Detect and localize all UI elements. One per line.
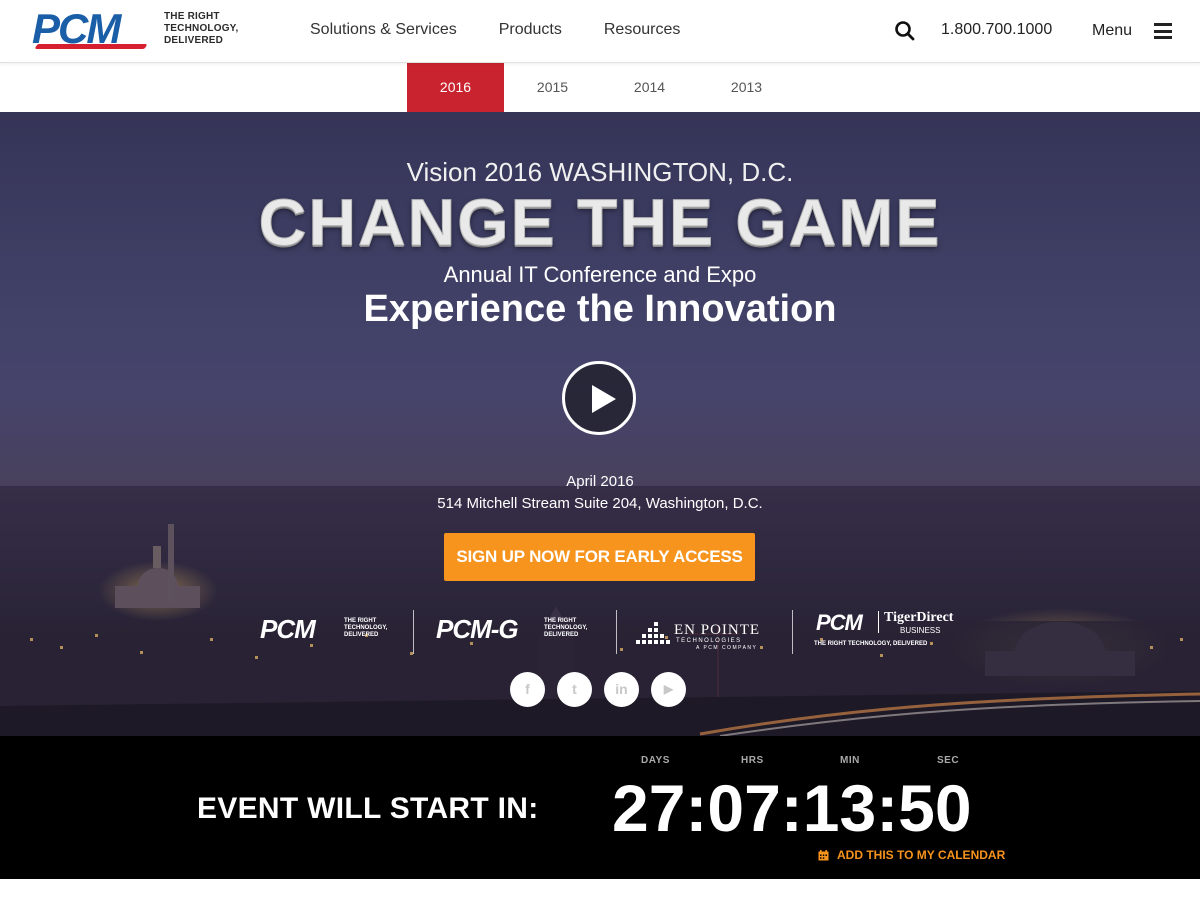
- calendar-icon: [818, 849, 829, 860]
- partner-subname-2: A PCM COMPANY: [696, 645, 758, 651]
- partner-tagline-line: THE RIGHT: [544, 618, 577, 624]
- logo-swoosh: [34, 44, 148, 49]
- partner-logo-pcm[interactable]: PCM THE RIGHT TECHNOLOGY, DELIVERED: [260, 608, 400, 656]
- partner-divider: [413, 610, 414, 654]
- event-date: April 2016: [566, 473, 634, 490]
- partner-logo-pcm-tigerdirect[interactable]: PCM TigerDirect BUSINESS THE RIGHT TECHN…: [814, 608, 964, 656]
- logo-tagline: THE RIGHT TECHNOLOGY, DELIVERED: [164, 11, 238, 47]
- hero-banner: Vision 2016 WASHINGTON, D.C. CHANGE THE …: [0, 112, 1200, 736]
- nav-resources[interactable]: Resources: [604, 20, 680, 40]
- search-icon[interactable]: [894, 20, 916, 42]
- hero-headline: CHANGE THE GAME: [258, 185, 942, 260]
- en-pointe-mark-icon: [636, 622, 670, 644]
- partner-tagline-line: TECHNOLOGY,: [544, 625, 588, 631]
- play-video-button[interactable]: [562, 361, 636, 435]
- nav-products[interactable]: Products: [499, 20, 562, 40]
- site-header: PCM THE RIGHT TECHNOLOGY, DELIVERED Solu…: [0, 0, 1200, 63]
- partner-tagline-line: DELIVERED: [544, 632, 579, 638]
- tab-2014[interactable]: 2014: [601, 63, 698, 112]
- partner-inner-divider: [878, 611, 879, 633]
- year-tabs: 2016 2015 2014 2013: [407, 63, 795, 112]
- tab-2016[interactable]: 2016: [407, 63, 504, 112]
- partner-tagline: THE RIGHT TECHNOLOGY, DELIVERED: [814, 641, 928, 647]
- logo-tagline-line: DELIVERED: [164, 35, 224, 46]
- partner-tagline-line: DELIVERED: [344, 632, 379, 638]
- twitter-icon[interactable]: t: [557, 672, 592, 707]
- countdown-unit-days: DAYS: [641, 755, 670, 766]
- pcm-logo[interactable]: PCM THE RIGHT TECHNOLOGY, DELIVERED: [32, 8, 247, 54]
- nav-solutions-services[interactable]: Solutions & Services: [310, 20, 457, 40]
- partner-tagline: THE RIGHT TECHNOLOGY, DELIVERED: [544, 618, 587, 639]
- partner-name: PCM-G: [436, 614, 519, 644]
- signup-early-access-button[interactable]: SIGN UP NOW FOR EARLY ACCESS: [444, 533, 755, 581]
- partner-tagline: THE RIGHT TECHNOLOGY, DELIVERED: [344, 618, 387, 639]
- calendar-label: ADD THIS TO MY CALENDAR: [837, 848, 1006, 862]
- partner-name-2: TigerDirect: [884, 610, 954, 625]
- partner-name: PCM: [816, 610, 863, 635]
- tab-2015[interactable]: 2015: [504, 63, 601, 112]
- facebook-icon[interactable]: f: [510, 672, 545, 707]
- phone-number[interactable]: 1.800.700.1000: [941, 21, 1052, 39]
- partner-tagline-line: THE RIGHT: [344, 618, 377, 624]
- countdown-unit-hrs: HRS: [741, 755, 764, 766]
- partner-divider: [616, 610, 617, 654]
- linkedin-icon[interactable]: in: [604, 672, 639, 707]
- countdown-label: EVENT WILL START IN:: [197, 792, 539, 825]
- partner-name: PCM: [260, 614, 316, 644]
- hero-tagline: Experience the Innovation: [363, 288, 837, 330]
- countdown-bar: EVENT WILL START IN: DAYS HRS MIN SEC 27…: [0, 736, 1200, 879]
- event-address: 514 Mitchell Stream Suite 204, Washingto…: [437, 495, 763, 512]
- countdown-unit-sec: SEC: [937, 755, 960, 766]
- play-icon: [592, 385, 616, 413]
- countdown-unit-min: MIN: [840, 755, 860, 766]
- add-to-calendar-link[interactable]: ADD THIS TO MY CALENDAR: [818, 848, 1005, 862]
- partner-logo-pcm-g[interactable]: PCM-G THE RIGHT TECHNOLOGY, DELIVERED: [436, 608, 601, 656]
- tab-2013[interactable]: 2013: [698, 63, 795, 112]
- countdown-time: 27:07:13:50: [612, 771, 972, 845]
- partner-divider: [792, 610, 793, 654]
- partner-logos: PCM THE RIGHT TECHNOLOGY, DELIVERED PCM-…: [246, 608, 966, 656]
- social-links: f t in ▶: [510, 672, 686, 707]
- partner-name: EN POINTE: [674, 622, 761, 638]
- main-nav: Solutions & Services Products Resources: [310, 20, 722, 40]
- partner-tagline-line: TECHNOLOGY,: [344, 625, 388, 631]
- menu-label[interactable]: Menu: [1092, 22, 1132, 40]
- logo-tagline-line: TECHNOLOGY,: [164, 23, 239, 34]
- youtube-icon[interactable]: ▶: [651, 672, 686, 707]
- hamburger-icon[interactable]: [1154, 23, 1172, 39]
- partner-subname: TECHNOLOGIES: [676, 638, 742, 644]
- hero-subheadline: Annual IT Conference and Expo: [443, 262, 757, 287]
- partner-logo-en-pointe[interactable]: EN POINTE TECHNOLOGIES A PCM COMPANY: [636, 608, 776, 656]
- logo-tagline-line: THE RIGHT: [164, 11, 220, 22]
- partner-name-3: BUSINESS: [900, 626, 941, 635]
